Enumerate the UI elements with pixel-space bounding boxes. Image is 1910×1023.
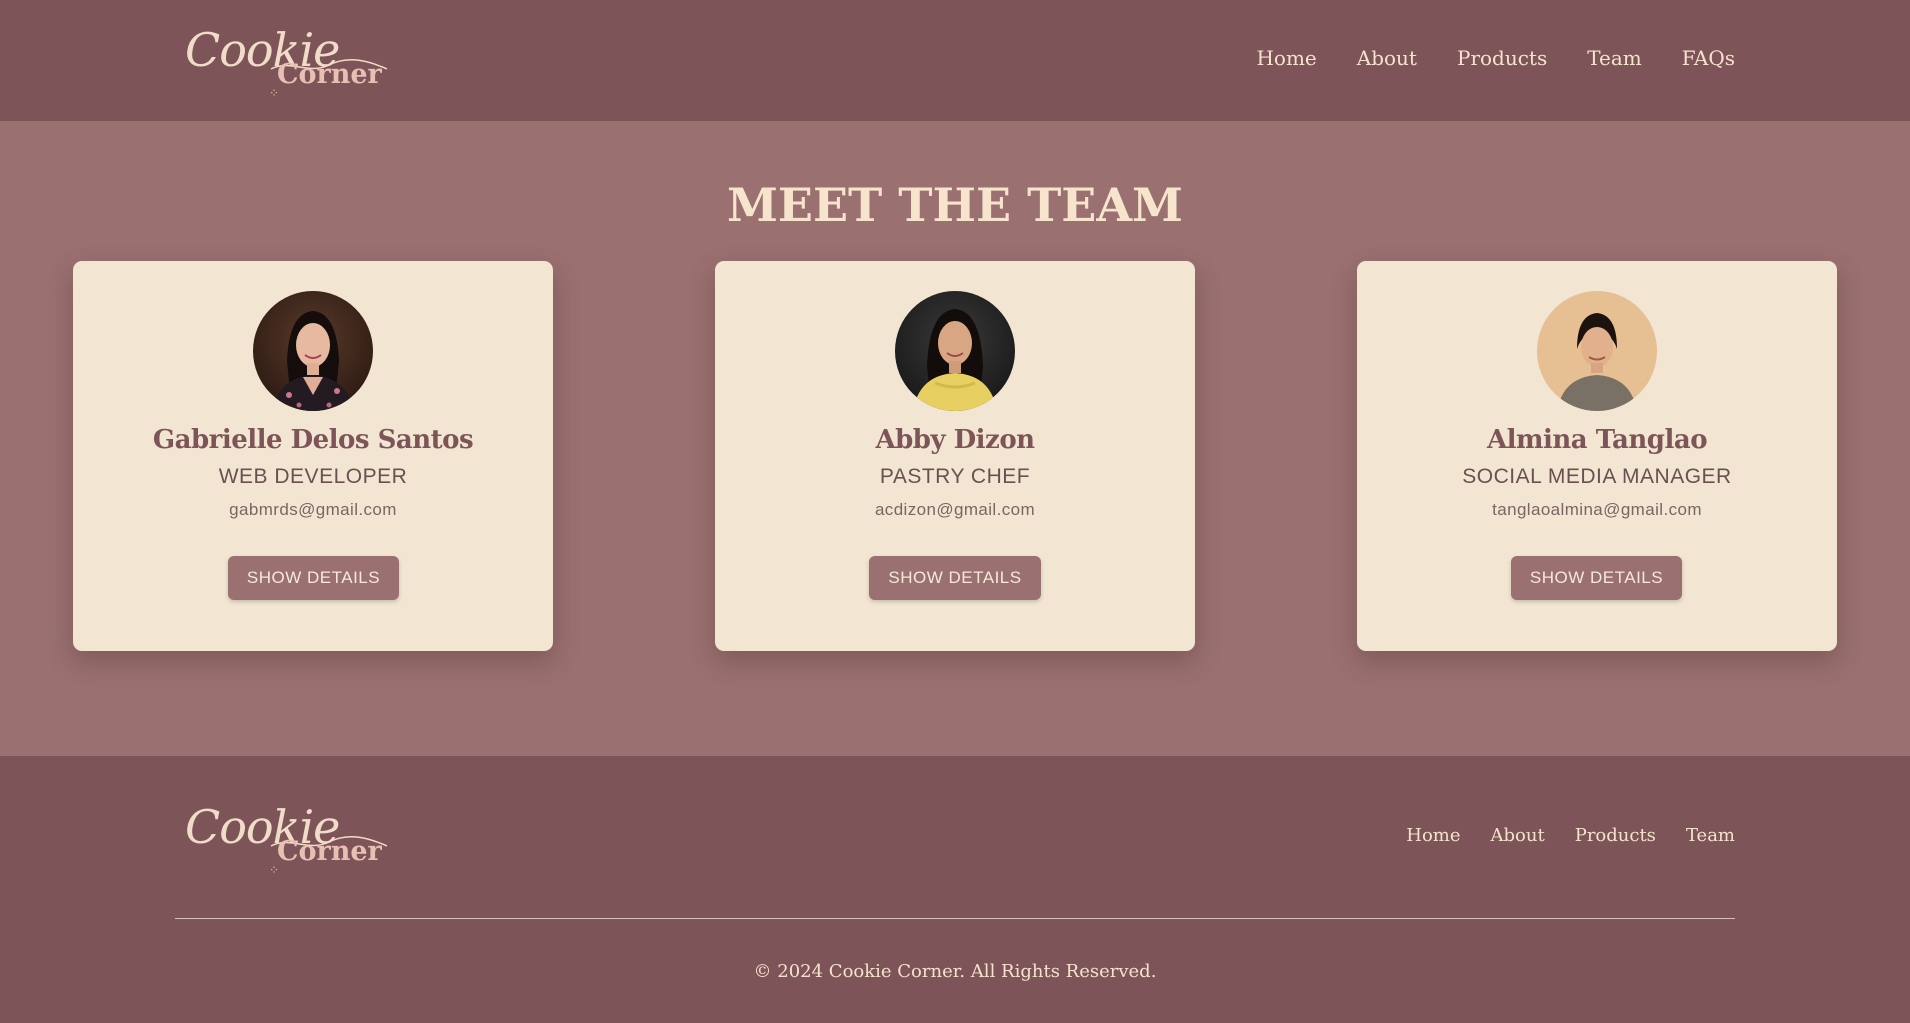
site-footer: Cookie Corner ⁘ Home About Products Team…	[0, 756, 1910, 1023]
team-card-abby: Abby Dizon PASTRY CHEF acdizon@gmail.com…	[715, 261, 1195, 651]
page-title: MEET THE TEAM	[727, 178, 1183, 232]
show-details-button[interactable]: SHOW DETAILS	[1511, 556, 1682, 600]
nav-faqs-link[interactable]: FAQs	[1682, 46, 1735, 70]
avatar-almina	[1537, 291, 1657, 411]
member-email: acdizon@gmail.com	[874, 500, 1036, 519]
member-name: Abby Dizon	[875, 425, 1035, 455]
nav-about-link[interactable]: About	[1357, 46, 1417, 70]
logo-bold-text: Corner	[277, 59, 382, 90]
avatar-abby	[895, 291, 1015, 411]
member-name: Gabrielle Delos Santos	[152, 425, 474, 455]
member-role: SOCIAL MEDIA MANAGER	[1462, 465, 1732, 488]
footer-nav: Home About Products Team	[1406, 825, 1735, 846]
member-email: tanglaoalmina@gmail.com	[1492, 500, 1702, 519]
member-role: PASTRY CHEF	[879, 465, 1031, 488]
nav-products-link[interactable]: Products	[1457, 46, 1547, 70]
nav-home-link[interactable]: Home	[1256, 46, 1316, 70]
member-name: Almina Tanglao	[1486, 425, 1708, 455]
footer-products-link[interactable]: Products	[1575, 825, 1656, 846]
member-role: WEB DEVELOPER	[218, 465, 408, 488]
footer-logo[interactable]: Cookie Corner ⁘	[185, 804, 388, 884]
logo[interactable]: Cookie Corner ⁘	[185, 27, 388, 107]
show-details-button[interactable]: SHOW DETAILS	[228, 556, 399, 600]
show-details-button[interactable]: SHOW DETAILS	[869, 556, 1041, 600]
avatar-gabrielle	[253, 291, 373, 411]
footer-about-link[interactable]: About	[1491, 825, 1545, 846]
team-card-almina: Almina Tanglao SOCIAL MEDIA MANAGER tang…	[1357, 261, 1837, 651]
site-header: Cookie Corner ⁘ Home About Products Team…	[0, 0, 1910, 121]
footer-team-link[interactable]: Team	[1686, 825, 1735, 846]
main-nav: Home About Products Team FAQs	[1256, 46, 1735, 70]
member-email: gabmrds@gmail.com	[229, 500, 397, 519]
nav-team-link[interactable]: Team	[1587, 46, 1642, 70]
team-card-gabrielle: Gabrielle Delos Santos WEB DEVELOPER gab…	[73, 261, 553, 651]
logo-dots-icon: ⁘	[269, 863, 280, 877]
footer-divider	[175, 918, 1735, 919]
logo-dots-icon: ⁘	[269, 86, 280, 100]
logo-bold-text: Corner	[277, 836, 382, 867]
footer-home-link[interactable]: Home	[1406, 825, 1460, 846]
copyright-text: © 2024 Cookie Corner. All Rights Reserve…	[753, 961, 1157, 982]
